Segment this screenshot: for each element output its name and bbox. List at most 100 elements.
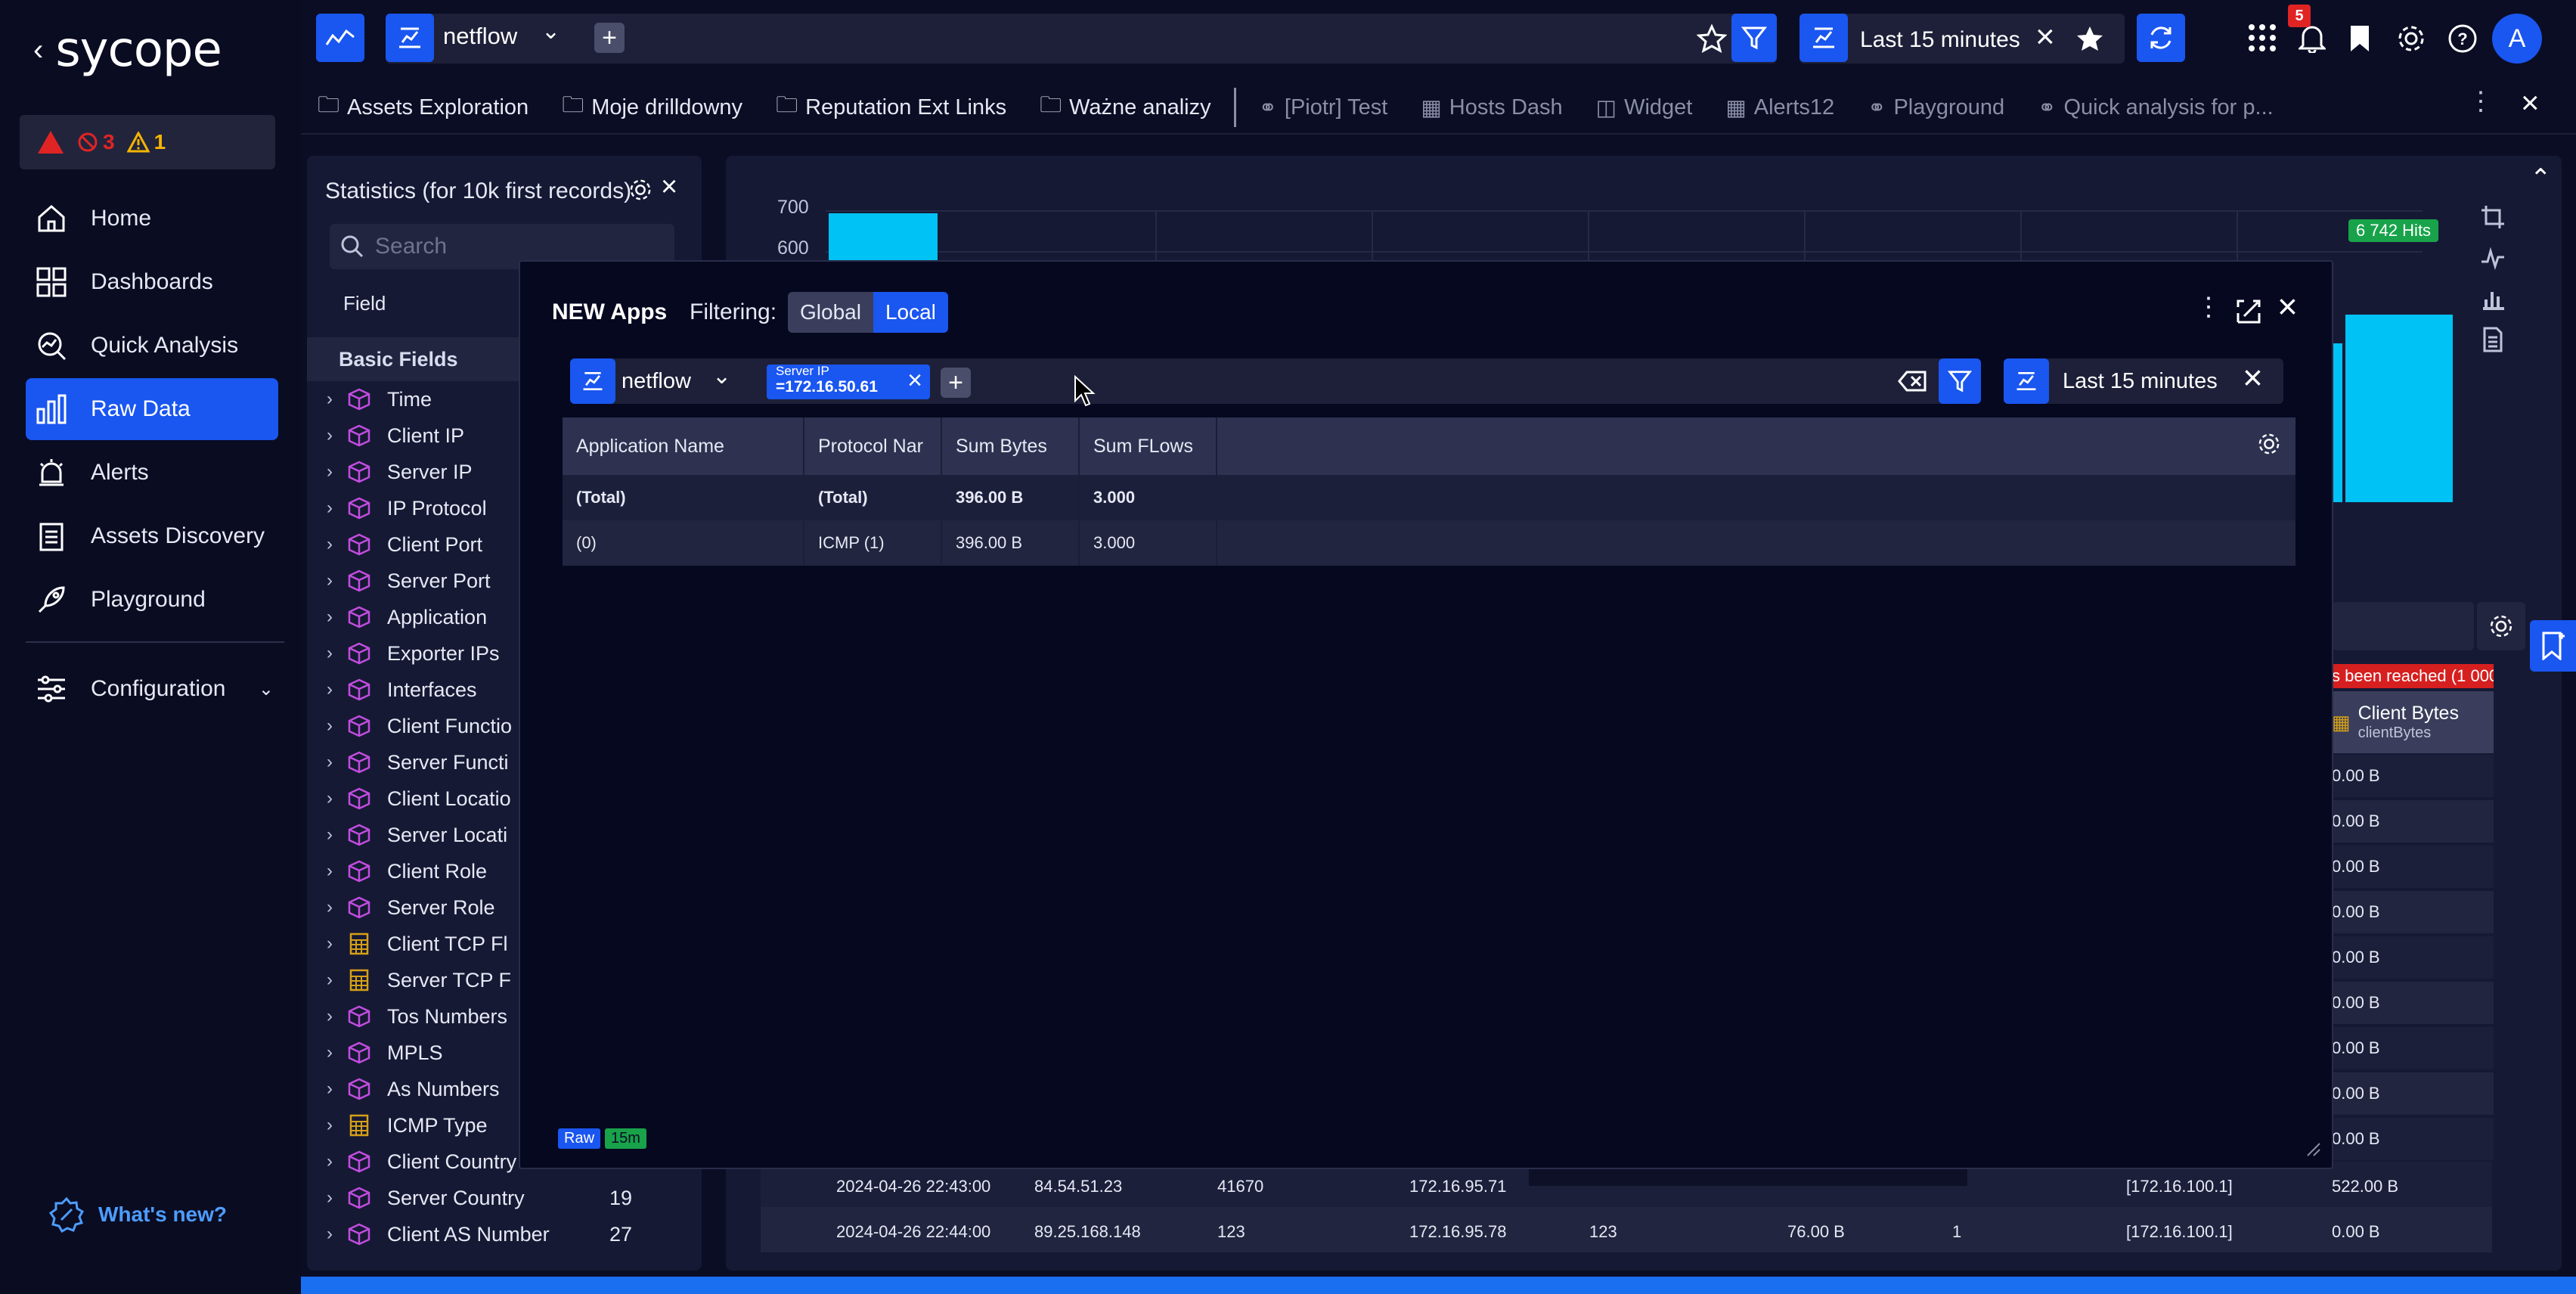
column-header-protocol-name[interactable]: Protocol Nar	[804, 417, 942, 475]
expand-chevron-icon[interactable]: ›	[307, 389, 346, 410]
modal-add-filter-icon[interactable]: +	[941, 368, 971, 398]
expand-chevron-icon[interactable]: ›	[307, 1224, 346, 1245]
back-chevron-icon[interactable]: ‹	[33, 33, 43, 67]
add-filter-icon[interactable]: +	[594, 23, 625, 53]
expand-chevron-icon[interactable]: ›	[307, 607, 346, 628]
whats-new-link[interactable]: What's new?	[48, 1196, 227, 1233]
chip-remove-icon[interactable]: ×	[907, 366, 922, 396]
expand-chevron-icon[interactable]: ›	[307, 643, 346, 664]
logo[interactable]: ‹ sycope	[33, 20, 222, 80]
bookmark-playground[interactable]: ⚭ Playground	[1851, 95, 2021, 121]
user-avatar[interactable]: A	[2492, 14, 2542, 64]
expand-chevron-icon[interactable]: ›	[307, 933, 346, 954]
nav-playground[interactable]: Playground	[26, 569, 278, 631]
bookmarks-close-icon[interactable]: ×	[2521, 85, 2540, 121]
star-filled-icon[interactable]	[2075, 24, 2105, 53]
bookmark-assets-exploration[interactable]: 🗀 Assets Exploration	[301, 89, 545, 126]
time-range-label[interactable]: Last 15 minutes	[1860, 27, 2020, 53]
bookmark-hosts-dash[interactable]: ▦ Hosts Dash	[1404, 95, 1579, 121]
source-icon-button[interactable]	[386, 14, 434, 62]
stats-settings-gear-icon[interactable]	[628, 177, 653, 203]
expand-chevron-icon[interactable]: ›	[307, 461, 346, 483]
bookmark-reputation-ext-links[interactable]: 🗀 Reputation Ext Links	[759, 89, 1023, 126]
modal-source-name[interactable]: netflow	[622, 369, 691, 394]
alerts-summary[interactable]: 3 1	[20, 115, 275, 169]
modal-source-chevron-icon[interactable]: ⌄	[712, 363, 731, 389]
grid-settings-button[interactable]	[2477, 602, 2525, 650]
expand-chevron-icon[interactable]: ›	[307, 970, 346, 991]
apps-grid-icon[interactable]	[2247, 23, 2277, 53]
crop-icon[interactable]	[2480, 204, 2506, 230]
expand-chevron-icon[interactable]: ›	[307, 752, 346, 773]
histogram-bar[interactable]	[2332, 343, 2342, 502]
bookmark-alerts12[interactable]: ▦ Alerts12	[1709, 95, 1851, 121]
modal-filter-button[interactable]	[1939, 358, 1981, 404]
stats-close-icon[interactable]: ×	[661, 171, 677, 203]
expand-chevron-icon[interactable]: ›	[307, 1187, 346, 1209]
bar-chart-icon[interactable]	[2480, 286, 2506, 312]
resize-handle-icon[interactable]	[2305, 1140, 2321, 1157]
filtering-toggle[interactable]: Global Local	[788, 292, 948, 333]
field-row[interactable]: › Server Country 19	[307, 1180, 702, 1216]
bookmark-add-side-button[interactable]	[2530, 620, 2576, 672]
column-header-application-name[interactable]: Application Name	[563, 417, 804, 475]
time-icon-button[interactable]	[1799, 14, 1848, 62]
settings-gear-icon[interactable]	[2395, 23, 2427, 54]
live-mode-button[interactable]	[316, 14, 364, 62]
expand-chevron-icon[interactable]: ›	[307, 534, 346, 555]
modal-time-range-label[interactable]: Last 15 minutes	[2063, 369, 2218, 394]
nav-home[interactable]: Home	[26, 188, 278, 250]
bookmark-wazne-analizy[interactable]: 🗀 Ważne analizy	[1023, 89, 1228, 126]
clear-time-close-icon[interactable]: ×	[2035, 18, 2055, 56]
expand-chevron-icon[interactable]: ›	[307, 1042, 346, 1063]
expand-chevron-icon[interactable]: ›	[307, 788, 346, 809]
notifications-bell-icon[interactable]	[2299, 24, 2326, 53]
expand-chevron-icon[interactable]: ›	[307, 1115, 346, 1136]
collapse-chevron-up-icon[interactable]: ⌃	[2530, 163, 2552, 194]
favorite-star-icon[interactable]	[1697, 24, 1727, 53]
column-header-sum-bytes[interactable]: Sum Bytes	[941, 417, 1080, 475]
clear-input-icon[interactable]	[1898, 369, 1928, 393]
expand-chevron-icon[interactable]: ›	[307, 897, 346, 918]
bookmark-icon[interactable]	[2348, 24, 2371, 53]
bookmark-moje-drilldowny[interactable]: 🗀 Moje drilldowny	[545, 89, 759, 126]
table-settings-gear-icon[interactable]	[2256, 431, 2282, 457]
bookmark-piotr-test[interactable]: ⚭ [Piotr] Test	[1242, 95, 1405, 121]
nav-dashboards[interactable]: Dashboards	[26, 251, 278, 313]
expand-chevron-icon[interactable]: ›	[307, 861, 346, 882]
modal-clear-time-close-icon[interactable]: ×	[2243, 357, 2263, 398]
expand-chevron-icon[interactable]: ›	[307, 1151, 346, 1172]
filter-global-option[interactable]: Global	[788, 292, 873, 333]
column-header-sum-flows[interactable]: Sum FLows	[1079, 417, 1217, 475]
help-icon[interactable]: ?	[2447, 23, 2478, 54]
filter-button[interactable]	[1731, 14, 1777, 62]
line-chart-icon[interactable]	[2480, 245, 2506, 271]
nav-assets-discovery[interactable]: Assets Discovery	[26, 505, 278, 567]
client-bytes-column-header[interactable]: ▦ Client Bytes clientBytes	[2326, 691, 2494, 753]
filter-local-option[interactable]: Local	[873, 292, 948, 333]
source-name[interactable]: netflow	[443, 23, 517, 50]
expand-chevron-icon[interactable]: ›	[307, 1078, 346, 1100]
bookmarks-more-icon[interactable]: ⋮	[2468, 86, 2494, 116]
modal-more-icon[interactable]: ⋮	[2196, 292, 2221, 322]
expand-chevron-icon[interactable]: ›	[307, 715, 346, 737]
nav-raw-data[interactable]: Raw Data	[26, 378, 278, 440]
expand-chevron-icon[interactable]: ›	[307, 498, 346, 519]
modal-source-icon-button[interactable]	[570, 358, 615, 404]
document-icon[interactable]	[2480, 327, 2506, 352]
expand-chevron-icon[interactable]: ›	[307, 1006, 346, 1027]
nav-alerts[interactable]: Alerts	[26, 442, 278, 504]
refresh-button[interactable]	[2137, 14, 2185, 62]
bookmark-quick-analysis[interactable]: ⚭ Quick analysis for p...	[2021, 95, 2290, 121]
expand-icon[interactable]	[2235, 298, 2262, 325]
source-dropdown-chevron-icon[interactable]: ⌄	[541, 18, 560, 45]
nav-configuration[interactable]: Configuration ⌄	[26, 658, 283, 720]
expand-chevron-icon[interactable]: ›	[307, 824, 346, 846]
modal-close-icon[interactable]: ×	[2277, 286, 2298, 327]
expand-chevron-icon[interactable]: ›	[307, 425, 346, 446]
expand-chevron-icon[interactable]: ›	[307, 679, 346, 700]
nav-quick-analysis[interactable]: Quick Analysis	[26, 315, 278, 377]
server-ip-filter-chip[interactable]: Server IP =172.16.50.61 ×	[767, 365, 930, 399]
total-row[interactable]: (Total) (Total) 396.00 B 3.000	[563, 475, 2295, 520]
grid-search-field[interactable]	[2332, 602, 2474, 650]
